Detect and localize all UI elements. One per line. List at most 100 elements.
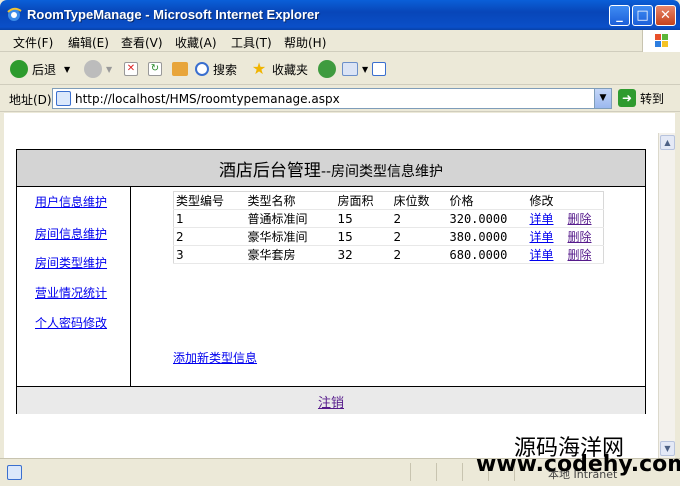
cell-area: 15: [335, 209, 392, 228]
search-button[interactable]: 搜索: [195, 59, 237, 79]
vertical-scrollbar[interactable]: ▲ ▼: [658, 133, 675, 458]
favorites-button[interactable]: ★ 收藏夹: [250, 59, 308, 79]
table-row: 3 豪华套房 32 2 680.0000 详单 删除: [173, 245, 604, 264]
detail-link[interactable]: 详单: [530, 230, 554, 244]
cell-price: 680.0000: [447, 245, 528, 264]
delete-link[interactable]: 删除: [568, 248, 592, 262]
page-header: 酒店后台管理--房间类型信息维护: [17, 150, 645, 187]
mail-icon: [342, 62, 358, 76]
cell-type-name: 豪华套房: [245, 245, 336, 264]
table-header-row: 类型编号 类型名称 房面积 床位数 价格 修改: [173, 191, 604, 210]
sidebar-item-user-info[interactable]: 用户信息维护: [35, 193, 107, 210]
address-url[interactable]: http://localhost/HMS/roomtypemanage.aspx: [75, 92, 340, 106]
detail-link[interactable]: 详单: [530, 248, 554, 262]
menu-help[interactable]: 帮助(H): [284, 34, 326, 51]
print-button[interactable]: [372, 59, 390, 79]
detail-link[interactable]: 详单: [530, 212, 554, 226]
menu-file[interactable]: 文件(F): [13, 34, 53, 51]
page-title: 酒店后台管理--房间类型信息维护: [218, 161, 444, 181]
history-icon: [318, 60, 336, 78]
close-button[interactable]: ✕: [655, 5, 676, 26]
cell-type-id: 1: [173, 209, 246, 228]
back-arrow-icon: [10, 60, 28, 78]
go-arrow-icon: ➜: [618, 89, 636, 107]
refresh-icon: ↻: [148, 62, 162, 76]
delete-link[interactable]: 删除: [568, 212, 592, 226]
col-delete: [565, 191, 604, 210]
cell-price: 320.0000: [447, 209, 528, 228]
maximize-button[interactable]: □: [632, 5, 653, 26]
search-label: 搜索: [213, 62, 238, 77]
back-dropdown-icon[interactable]: ▼: [64, 65, 70, 74]
cell-beds: 2: [391, 209, 448, 228]
col-edit: 修改: [527, 191, 566, 210]
menu-bar: 文件(F) 编辑(E) 查看(V) 收藏(A) 工具(T) 帮助(H): [0, 30, 680, 52]
menu-tools[interactable]: 工具(T): [231, 34, 272, 51]
home-icon: [172, 62, 188, 76]
menu-edit[interactable]: 编辑(E): [68, 34, 109, 51]
address-bar: 地址(D) http://localhost/HMS/roomtypemanag…: [0, 86, 680, 112]
page-subtitle: --房间类型信息维护: [320, 164, 444, 180]
col-type-id: 类型编号: [173, 191, 246, 210]
sidebar-item-business-stats[interactable]: 营业情况统计: [35, 284, 107, 301]
sidebar-item-room-info[interactable]: 房间信息维护: [35, 225, 107, 242]
home-button[interactable]: [172, 59, 192, 79]
cell-beds: 2: [391, 227, 448, 246]
page-icon: [56, 91, 71, 106]
cell-beds: 2: [391, 245, 448, 264]
back-label: 后退: [32, 62, 57, 77]
status-divider: [410, 463, 411, 481]
page-top-margin: [4, 113, 675, 133]
history-button[interactable]: [318, 59, 340, 79]
main-content: 类型编号 类型名称 房面积 床位数 价格 修改 1 普通标准间 15 2 320…: [131, 187, 645, 386]
internet-explorer-icon: [7, 7, 22, 21]
page-status-icon: [7, 465, 22, 480]
scroll-up-icon[interactable]: ▲: [660, 135, 675, 150]
forward-dropdown-icon[interactable]: ▼: [106, 65, 112, 74]
windows-logo-icon: [642, 30, 680, 52]
cell-type-name: 豪华标准间: [245, 227, 336, 246]
cell-type-id: 2: [173, 227, 246, 246]
watermark-text-url: www.codehy.com: [476, 452, 680, 477]
stop-icon: ✕: [124, 62, 138, 76]
cell-price: 380.0000: [447, 227, 528, 246]
room-type-table: 类型编号 类型名称 房面积 床位数 价格 修改 1 普通标准间 15 2 320…: [173, 191, 604, 264]
print-icon: [372, 62, 386, 76]
go-button[interactable]: ➜ 转到: [618, 89, 664, 107]
cell-type-name: 普通标准间: [245, 209, 336, 228]
address-input[interactable]: http://localhost/HMS/roomtypemanage.aspx…: [52, 88, 612, 109]
mail-button[interactable]: ▼: [342, 59, 368, 79]
standard-toolbar: 后退 ▼ ▼ ✕ ↻ 搜索 ★ 收藏夹 ▼: [0, 53, 680, 85]
search-icon: [195, 62, 209, 76]
page-layout-table: 酒店后台管理--房间类型信息维护 用户信息维护 房间信息维护 房间类型维护 营业…: [16, 149, 646, 414]
stop-button[interactable]: ✕: [124, 59, 142, 79]
sidebar-nav: 用户信息维护 房间信息维护 房间类型维护 营业情况统计 个人密码修改: [17, 187, 131, 386]
back-button[interactable]: 后退 ▼: [10, 59, 70, 79]
mail-dropdown-icon[interactable]: ▼: [362, 65, 368, 74]
page-footer: 注销: [17, 386, 645, 414]
refresh-button[interactable]: ↻: [148, 59, 166, 79]
col-price: 价格: [447, 191, 528, 210]
address-label: 地址(D): [9, 93, 52, 107]
cell-area: 32: [335, 245, 392, 264]
window-title: RoomTypeManage - Microsoft Internet Expl…: [27, 7, 320, 22]
address-dropdown-icon[interactable]: ▼: [594, 89, 611, 108]
menu-favorites[interactable]: 收藏(A): [175, 34, 217, 51]
forward-button[interactable]: ▼: [84, 59, 112, 79]
favorites-label: 收藏夹: [272, 62, 309, 77]
menu-view[interactable]: 查看(V): [121, 34, 163, 51]
sidebar-item-room-type[interactable]: 房间类型维护: [35, 254, 107, 271]
delete-link[interactable]: 删除: [568, 230, 592, 244]
cell-area: 15: [335, 227, 392, 246]
status-divider: [462, 463, 463, 481]
cell-type-id: 3: [173, 245, 246, 264]
col-beds: 床位数: [391, 191, 448, 210]
status-divider: [436, 463, 437, 481]
table-row: 1 普通标准间 15 2 320.0000 详单 删除: [173, 209, 604, 228]
add-room-type-link[interactable]: 添加新类型信息: [173, 349, 257, 366]
sidebar-item-change-password[interactable]: 个人密码修改: [35, 314, 107, 331]
logout-link[interactable]: 注销: [318, 396, 344, 411]
minimize-button[interactable]: _: [609, 5, 630, 26]
col-area: 房面积: [335, 191, 392, 210]
forward-arrow-icon: [84, 60, 102, 78]
